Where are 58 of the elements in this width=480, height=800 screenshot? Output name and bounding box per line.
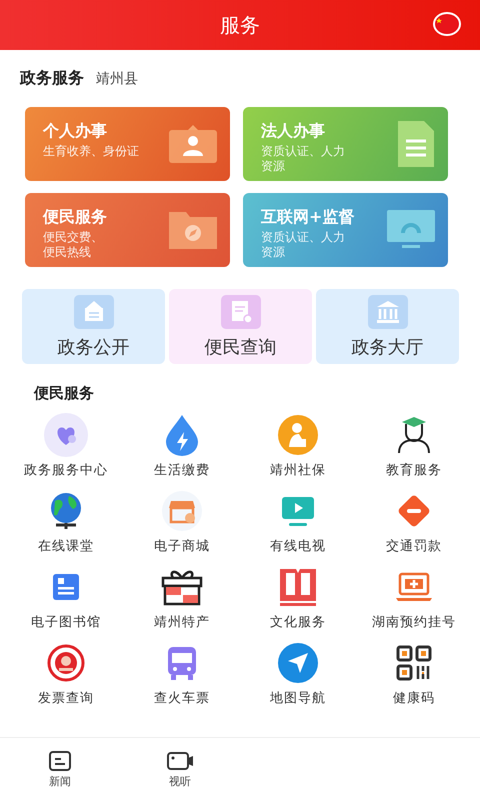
elder-person-icon[interactable] [278, 415, 318, 455]
service-label[interactable]: 交通罚款 [386, 537, 442, 555]
card-title: 便民服务 [43, 207, 108, 228]
document-icon[interactable] [51, 572, 81, 602]
card-subtitle: 资质认证、人力资源 [261, 230, 346, 260]
gift-icon[interactable] [161, 568, 203, 606]
card-subtitle: 资质认证、人力资源 [261, 144, 346, 174]
video-camera-icon [166, 750, 194, 772]
graduate-icon[interactable] [396, 415, 432, 455]
monitor-icon [386, 209, 436, 251]
service-label[interactable]: 教育服务 [386, 461, 442, 479]
folder-compass-icon [168, 210, 218, 250]
signboard-icon [74, 294, 114, 328]
service-label[interactable]: 文化服务 [270, 613, 326, 631]
section-title: 便民服务 [34, 384, 95, 403]
tab-item[interactable]: 视听 [120, 738, 240, 800]
shortcut-tile[interactable]: 政务大厅 [316, 289, 459, 364]
card-title: 法人办事 [261, 121, 326, 142]
qr-code-icon[interactable] [396, 645, 432, 681]
tv-icon[interactable] [280, 495, 316, 527]
service-label[interactable]: 靖州社保 [270, 461, 326, 479]
bus-icon[interactable] [166, 645, 198, 681]
book-icon[interactable] [278, 567, 318, 607]
service-label[interactable]: 靖州特产 [154, 613, 210, 631]
service-label[interactable]: 地图导航 [270, 689, 326, 707]
service-label[interactable]: 查火车票 [154, 689, 210, 707]
laptop-cross-icon[interactable] [394, 571, 434, 603]
card-title: 互联网+监督 [261, 207, 356, 228]
card-subtitle: 便民交费、便民热线 [43, 230, 104, 260]
shortcut-tile[interactable]: 便民查询 [169, 289, 312, 364]
service-label[interactable]: 政务服务中心 [24, 461, 108, 479]
service-label[interactable]: 生活缴费 [154, 461, 210, 479]
service-label[interactable]: 健康码 [393, 689, 435, 707]
county-name: 靖州县 [96, 70, 138, 88]
service-label[interactable]: 电子商城 [154, 537, 210, 555]
shop-icon[interactable] [162, 491, 202, 531]
lightning-drop-icon[interactable] [165, 414, 199, 456]
news-icon [48, 750, 72, 772]
service-label[interactable]: 发票查询 [38, 689, 94, 707]
service-label[interactable]: 在线课堂 [38, 537, 94, 555]
building-icon [368, 294, 408, 328]
shortcut-tile[interactable]: 政务公开 [22, 289, 165, 364]
service-label[interactable]: 有线电视 [270, 537, 326, 555]
service-label[interactable]: 湖南预约挂号 [372, 613, 456, 631]
service-label[interactable]: 电子图书馆 [31, 613, 101, 631]
section-title: 政务服务 [20, 68, 84, 89]
tab-item[interactable]: 新闻 [0, 738, 120, 800]
card-title: 个人办事 [43, 121, 108, 142]
flag-ball-icon[interactable] [432, 11, 462, 37]
tile-label: 政务大厅 [352, 336, 424, 358]
tile-label: 政务公开 [58, 336, 130, 358]
document-search-icon [220, 294, 260, 328]
id-card-icon [168, 124, 218, 164]
card-subtitle: 生育收养、身份证 [43, 144, 140, 159]
document-icon [396, 119, 436, 169]
emblem-icon[interactable] [47, 644, 85, 682]
page-title: 服务 [220, 12, 260, 38]
tile-label: 便民查询 [204, 336, 276, 358]
